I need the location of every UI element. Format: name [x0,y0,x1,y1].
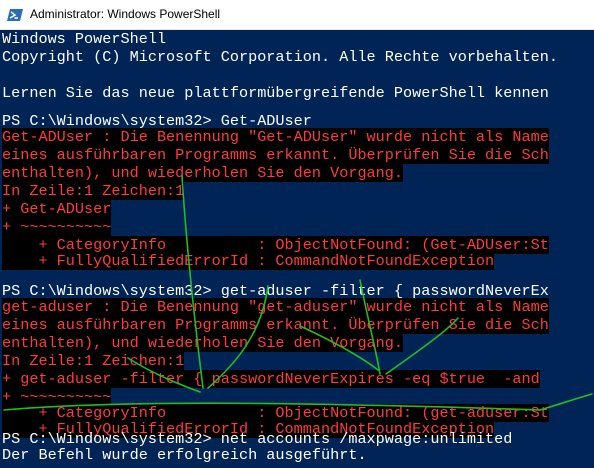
title-bar[interactable]: Administrator: Windows PowerShell [0,0,594,30]
error-line: get-aduser : Die Benennung "get-aduser" … [2,298,549,316]
error-line: enthalten), und wiederholen Sie den Vorg… [2,164,404,182]
error-line: Get-ADUser : Die Benennung "Get-ADUser" … [2,128,549,146]
error-line: + FullyQualifiedErrorId : CommandNotFoun… [2,252,495,270]
error-line: + Get-ADUser [2,200,112,218]
success-line: Der Befehl wurde erfolgreich ausgeführt. [2,446,367,464]
error-line: In Zeile:1 Zeichen:1 [2,182,185,200]
console-line: Windows PowerShell [2,30,167,48]
powershell-icon [7,9,23,21]
console-line: Lernen Sie das neue plattformübergreifen… [2,84,549,102]
window-title: Administrator: Windows PowerShell [30,7,221,21]
error-line: + ~~~~~~~~~~ [2,218,112,236]
error-line: In Zeile:1 Zeichen:1 [2,352,185,370]
console-line: Copyright (C) Microsoft Corporation. All… [2,48,558,66]
error-line: + get-aduser -filter { passwordNeverExpi… [2,370,540,388]
error-line: enthalten), und wiederholen Sie den Vorg… [2,334,404,352]
console-output[interactable]: Windows PowerShell Copyright (C) Microso… [0,30,594,468]
error-line: eines ausführbaren Programms erkannt. Üb… [2,146,549,164]
error-line: eines ausführbaren Programms erkannt. Üb… [2,316,549,334]
